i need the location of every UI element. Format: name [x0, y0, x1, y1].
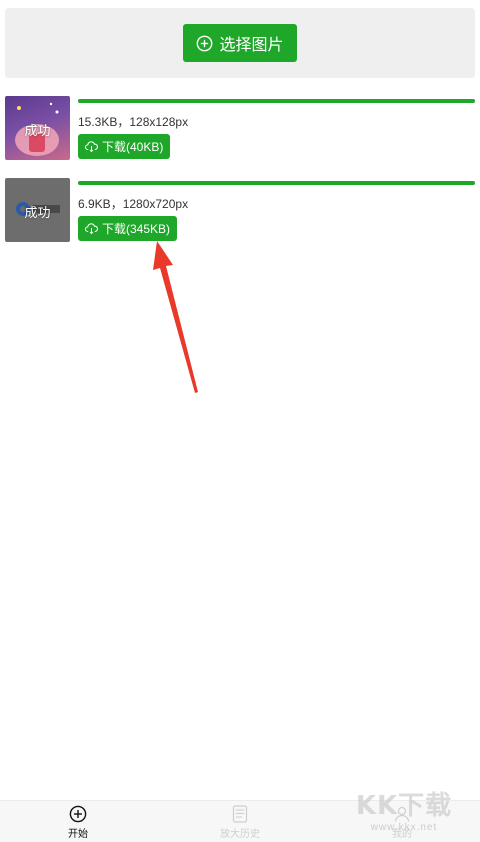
status-label: 成功 [24, 205, 51, 220]
progress-fill [78, 99, 475, 103]
list-item: 成功 15.3KB，128x128px 下载(40KB) [5, 96, 475, 166]
file-info: 6.9KB，1280x720px [78, 197, 189, 211]
tab-history[interactable]: 放大历史 [200, 805, 280, 840]
image-thumbnail[interactable]: 成功 [5, 178, 70, 242]
document-icon [232, 805, 248, 823]
plus-circle-icon [197, 35, 213, 51]
tab-label: 放大历史 [220, 829, 260, 840]
download-button[interactable]: 下载(345KB) [78, 216, 178, 241]
progress-bar [78, 181, 475, 185]
progress-bar [78, 99, 475, 103]
status-label: 成功 [24, 123, 51, 138]
plus-circle-icon [69, 805, 87, 823]
cloud-download-icon [85, 223, 98, 234]
download-button[interactable]: 下载(40KB) [78, 134, 171, 159]
list-item: 成功 6.9KB，1280x720px 下载(345KB) [5, 178, 475, 248]
watermark: KK下载 www.kkx.net [354, 785, 454, 835]
file-info: 15.3KB，128x128px [78, 115, 189, 129]
select-image-button[interactable]: 选择图片 [183, 24, 297, 62]
image-thumbnail[interactable]: 成功 [5, 96, 70, 160]
cloud-download-icon [85, 141, 98, 152]
progress-fill [78, 181, 475, 185]
watermark-url: www.kkx.net [370, 822, 438, 833]
download-label: 下载(345KB) [102, 222, 171, 236]
download-label: 下载(40KB) [102, 140, 164, 154]
tab-label: 开始 [68, 829, 88, 840]
tab-start[interactable]: 开始 [38, 805, 118, 840]
watermark-logo: KK下载 [355, 791, 453, 821]
select-image-label: 选择图片 [219, 37, 284, 54]
